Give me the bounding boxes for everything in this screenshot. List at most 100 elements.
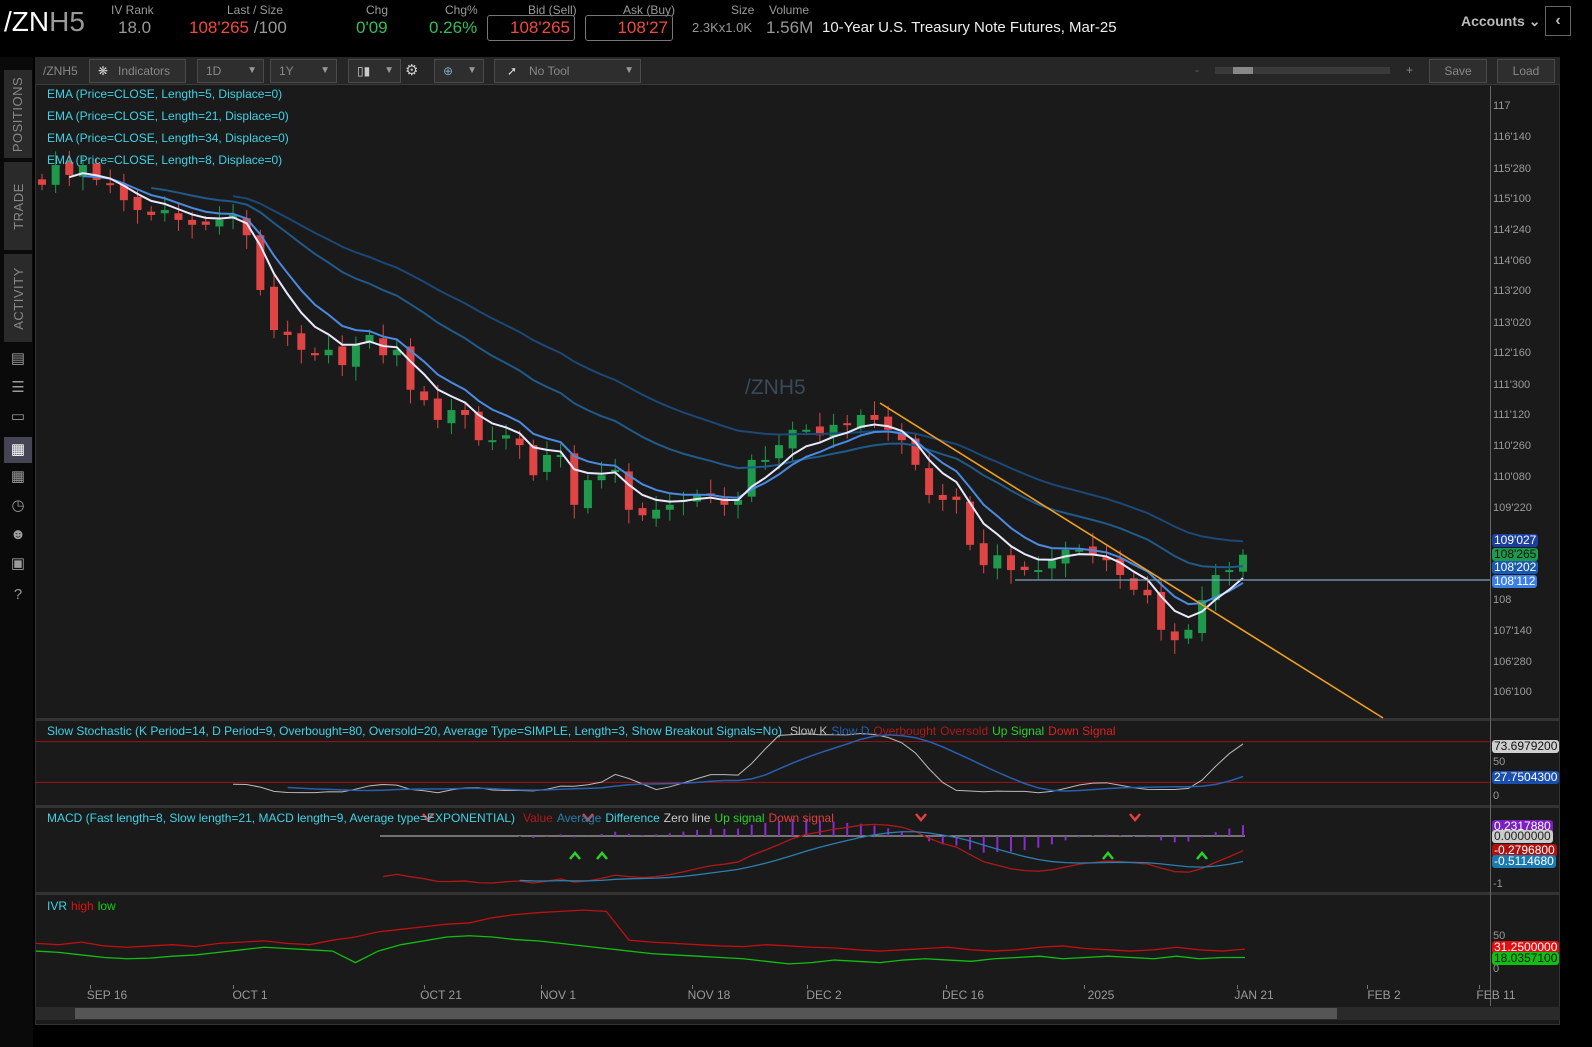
candle[interactable] <box>706 479 715 504</box>
candle[interactable] <box>952 488 961 514</box>
date-label: FEB 11 <box>1476 988 1516 1002</box>
candle[interactable] <box>324 336 333 364</box>
candle[interactable] <box>638 502 647 521</box>
candle[interactable] <box>542 441 551 481</box>
candle[interactable] <box>297 325 306 364</box>
candle[interactable] <box>38 173 46 191</box>
indicator-value-tag: 73.6979200 <box>1492 739 1560 753</box>
candle[interactable] <box>174 202 183 231</box>
ivr-title: IVR <box>47 899 68 913</box>
date-label: DEC 16 <box>941 988 985 1002</box>
ivr-high-label: high <box>71 899 94 913</box>
candle[interactable] <box>1006 547 1015 584</box>
ema-legend-34[interactable]: EMA (Price=CLOSE, Length=34, Displace=0) <box>47 131 289 145</box>
candle[interactable] <box>1157 581 1166 641</box>
legend-series-label: Overbought <box>873 724 937 738</box>
price-tick: 108 <box>1493 594 1512 606</box>
scrollbar-thumb[interactable] <box>75 1008 1337 1019</box>
date-label: DEC 2 <box>806 988 842 1002</box>
ivr-legend[interactable]: IVR high low <box>47 899 116 913</box>
candle[interactable] <box>993 544 1002 580</box>
date-label: NOV 18 <box>687 988 731 1002</box>
candle[interactable] <box>1225 561 1234 586</box>
price-tag: 109'027 <box>1492 533 1539 547</box>
candle[interactable] <box>979 529 988 574</box>
up-signal-arrow-icon <box>569 851 581 860</box>
candle[interactable] <box>747 454 756 503</box>
candle[interactable] <box>1170 623 1179 654</box>
price-tick: 114'060 <box>1493 255 1531 267</box>
indicator-value-tag: 18.0357100 <box>1492 951 1560 965</box>
date-tick <box>541 985 542 989</box>
up-signal-arrow-icon <box>1102 851 1114 860</box>
candle[interactable] <box>843 414 852 439</box>
candle[interactable] <box>624 463 633 524</box>
candle[interactable] <box>215 206 224 235</box>
candle[interactable] <box>1129 572 1138 596</box>
candle[interactable] <box>283 320 292 346</box>
date-label: SEP 16 <box>86 988 128 1002</box>
legend-series-label: Value <box>523 811 553 825</box>
price-tick: 112'160 <box>1493 347 1531 359</box>
candle[interactable] <box>420 385 429 406</box>
candle[interactable] <box>270 273 279 339</box>
candle[interactable] <box>583 474 592 514</box>
price-tick: 106'280 <box>1493 656 1532 668</box>
candle[interactable] <box>1061 541 1070 578</box>
ivr-low-line <box>35 935 1245 965</box>
date-tick <box>1237 985 1238 989</box>
legend-series-label: Down signal <box>768 811 834 825</box>
candle[interactable] <box>856 409 865 434</box>
ema-34-line <box>232 195 1244 543</box>
candle[interactable] <box>1184 624 1193 645</box>
price-tag: 108'265 <box>1492 546 1539 561</box>
price-tick: 115'280 <box>1493 163 1531 175</box>
ema-legend-21[interactable]: EMA (Price=CLOSE, Length=21, Displace=0) <box>47 109 289 123</box>
price-tick: 111'120 <box>1493 409 1531 421</box>
date-label: JAN 21 <box>1234 988 1274 1002</box>
candle[interactable] <box>611 458 620 483</box>
ivr-low-label: low <box>97 899 116 913</box>
candle[interactable] <box>1239 549 1247 578</box>
macd-legend[interactable]: MACD (Fast length=8, Slow length=21, MAC… <box>47 811 834 825</box>
legend-series-label: Average <box>556 811 602 825</box>
price-tick: 117 <box>1493 100 1511 112</box>
date-tick <box>424 985 425 989</box>
indicator-value-tag: 27.7504300 <box>1492 770 1560 784</box>
candle[interactable] <box>147 206 156 221</box>
down-signal-arrow-icon <box>915 813 927 822</box>
candle[interactable] <box>815 412 824 444</box>
candle[interactable] <box>720 487 729 516</box>
candle[interactable] <box>106 169 115 194</box>
candle[interactable] <box>379 324 388 364</box>
date-label: NOV 1 <box>539 988 577 1002</box>
candle[interactable] <box>119 173 128 212</box>
stoch-tick: 50 <box>1493 756 1506 768</box>
candle[interactable] <box>938 484 947 511</box>
date-tick <box>233 985 234 989</box>
stoch-tick: 0 <box>1493 790 1500 802</box>
candle[interactable] <box>665 493 674 521</box>
price-tick: 113'020 <box>1493 317 1531 329</box>
candle[interactable] <box>884 405 893 441</box>
candle[interactable] <box>1198 586 1207 642</box>
candle[interactable] <box>488 426 497 451</box>
candle[interactable] <box>829 413 838 448</box>
date-tick <box>1479 985 1480 989</box>
legend-series-label: Oversold <box>940 724 989 738</box>
candle[interactable] <box>1047 549 1056 580</box>
legend-series-label: Slow D <box>831 724 870 738</box>
stochastic-legend[interactable]: Slow Stochastic (K Period=14, D Period=9… <box>47 724 1116 738</box>
candle[interactable] <box>310 347 319 361</box>
date-label: OCT 1 <box>232 988 268 1002</box>
candle[interactable] <box>447 399 456 435</box>
trendline[interactable] <box>879 402 1384 719</box>
candle[interactable] <box>897 423 906 454</box>
legend-series-label: Zero line <box>663 811 711 825</box>
candle[interactable] <box>1211 564 1220 612</box>
ema-legend-8[interactable]: EMA (Price=CLOSE, Length=8, Displace=0) <box>47 153 282 167</box>
horizontal-scrollbar[interactable] <box>35 1007 1560 1020</box>
ema-legend-5[interactable]: EMA (Price=CLOSE, Length=5, Displace=0) <box>47 87 282 101</box>
ema-21-line <box>151 186 1244 569</box>
candle[interactable] <box>1020 561 1029 576</box>
